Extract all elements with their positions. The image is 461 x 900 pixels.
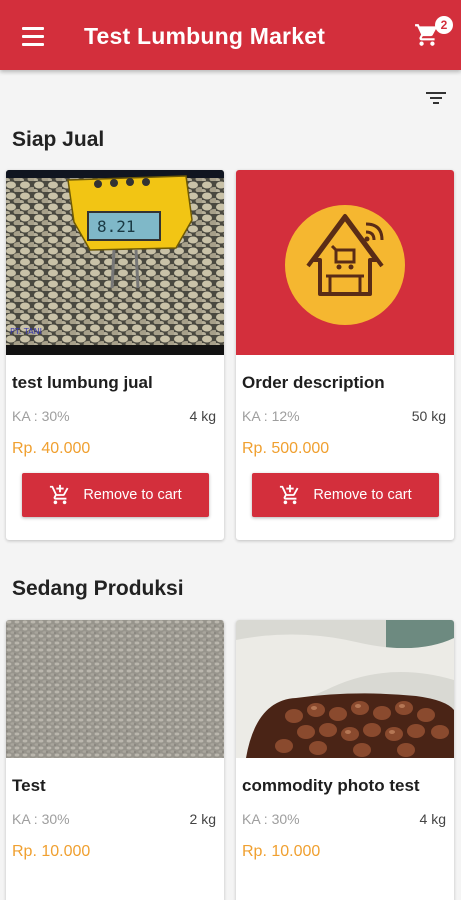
product-price: Rp. 10.000 <box>12 843 91 860</box>
filter-button[interactable] <box>420 84 452 112</box>
product-price: Rp. 500.000 <box>242 440 330 457</box>
section-title-siap-jual: Siap Jual <box>12 128 105 151</box>
remove-from-cart-label: Remove to cart <box>83 487 182 503</box>
cart-count-badge: 2 <box>435 16 453 34</box>
product-ka: KA : 30% <box>242 811 300 827</box>
product-card[interactable]: Test KA : 30% 2 kg Rp. 10.000 <box>6 620 224 900</box>
product-weight: 4 kg <box>419 811 446 827</box>
cart-button[interactable]: 2 <box>410 14 454 58</box>
product-card[interactable]: Order description KA : 12% 50 kg Rp. 500… <box>236 170 454 540</box>
filter-list-icon <box>426 92 446 104</box>
product-price: Rp. 10.000 <box>242 843 321 860</box>
product-weight: 2 kg <box>189 811 216 827</box>
svg-text:PT. TANI: PT. TANI <box>10 327 42 336</box>
product-ka: KA : 12% <box>242 408 300 424</box>
product-image <box>236 620 454 758</box>
product-card[interactable]: commodity photo test KA : 30% 4 kg Rp. 1… <box>236 620 454 900</box>
product-name: test lumbung jual <box>12 373 153 392</box>
add-shopping-cart-icon <box>280 484 299 505</box>
add-shopping-cart-icon <box>50 484 69 505</box>
product-card[interactable]: 8.21 PT. TANI test lumbung jual KA : 30%… <box>6 170 224 540</box>
hamburger-menu-icon[interactable] <box>14 19 50 53</box>
product-ka: KA : 30% <box>12 811 70 827</box>
remove-from-cart-button[interactable]: Remove to cart <box>252 473 439 517</box>
section-title-sedang-produksi: Sedang Produksi <box>12 577 184 600</box>
product-ka: KA : 30% <box>12 408 70 424</box>
product-weight: 4 kg <box>189 408 216 424</box>
product-weight: 50 kg <box>411 408 446 424</box>
product-image <box>236 170 454 355</box>
app-bar: Test Lumbung Market 2 <box>0 0 461 70</box>
remove-from-cart-button[interactable]: Remove to cart <box>22 473 209 517</box>
svg-text:8.21: 8.21 <box>97 217 136 236</box>
remove-from-cart-label: Remove to cart <box>313 487 412 503</box>
product-image: 8.21 PT. TANI <box>6 170 224 355</box>
app-title: Test Lumbung Market <box>84 23 326 49</box>
product-image <box>6 620 224 758</box>
product-name: commodity photo test <box>242 776 420 795</box>
product-name: Order description <box>242 373 385 392</box>
product-price: Rp. 40.000 <box>12 440 91 457</box>
product-name: Test <box>12 776 46 795</box>
